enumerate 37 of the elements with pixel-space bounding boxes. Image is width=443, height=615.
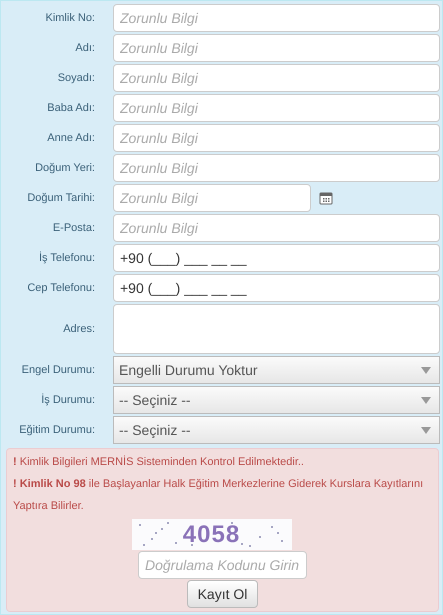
calendar-icon[interactable] bbox=[319, 191, 333, 205]
field-label: E-Posta: bbox=[52, 222, 95, 234]
text-field[interactable]: Zorunlu Bilgi bbox=[113, 154, 440, 182]
select-field[interactable]: -- Seçiniz -- bbox=[113, 416, 440, 444]
field-label: Adres: bbox=[62, 323, 95, 335]
field-label: İş Telefonu: bbox=[38, 252, 95, 264]
field-label: Anne Adı: bbox=[46, 132, 95, 144]
captcha-image: 4058 bbox=[132, 519, 292, 550]
field-label: Eğitim Durumu: bbox=[18, 424, 95, 436]
register-button[interactable]: Kayıt Ol bbox=[186, 580, 258, 608]
caret-icon bbox=[421, 396, 431, 404]
text-field[interactable]: Zorunlu Bilgi bbox=[113, 4, 440, 32]
field-label: Doğum Tarihi: bbox=[26, 192, 95, 204]
text-field[interactable]: Zorunlu Bilgi bbox=[113, 94, 440, 122]
caret-icon bbox=[421, 366, 431, 374]
field-label: Doğum Yeri: bbox=[34, 162, 95, 174]
text-field[interactable]: +90 (___) ___ __ __ bbox=[113, 274, 440, 302]
select-field[interactable]: -- Seçiniz -- bbox=[113, 386, 440, 414]
select-field[interactable]: Engelli Durumu Yoktur bbox=[113, 356, 440, 384]
alert-message: ! Kimlik No 98 ile Başlayanlar Halk Eğitim Merkezlerine Giderek Kurslara Kayıtlarını Yaptıra Bilirler. bbox=[13, 477, 424, 514]
text-field[interactable]: Zorunlu Bilgi bbox=[113, 34, 440, 62]
text-field[interactable]: Zorunlu Bilgi bbox=[113, 124, 440, 152]
field-label: Engel Durumu: bbox=[20, 364, 95, 376]
date-field[interactable]: Zorunlu Bilgi bbox=[113, 184, 311, 212]
field-label: Cep Telefonu: bbox=[26, 282, 95, 294]
address-field[interactable] bbox=[113, 304, 440, 354]
verification-field[interactable]: Doğrulama Kodunu Girin bbox=[138, 551, 307, 579]
text-field[interactable]: Zorunlu Bilgi bbox=[113, 214, 440, 242]
field-label: Baba Adı: bbox=[46, 102, 95, 114]
alert-message: ! Kimlik Bilgileri MERNİS Sisteminden Kontrol Edilmektedir.. bbox=[13, 454, 305, 470]
field-label: Adı: bbox=[74, 42, 95, 54]
caret-icon bbox=[421, 426, 431, 434]
text-field[interactable]: +90 (___) ___ __ __ bbox=[113, 244, 440, 272]
text-field[interactable]: Zorunlu Bilgi bbox=[113, 64, 440, 92]
field-label: İş Durumu: bbox=[40, 394, 95, 406]
field-label: Soyadı: bbox=[56, 72, 95, 84]
field-label: Kimlik No: bbox=[44, 12, 95, 24]
